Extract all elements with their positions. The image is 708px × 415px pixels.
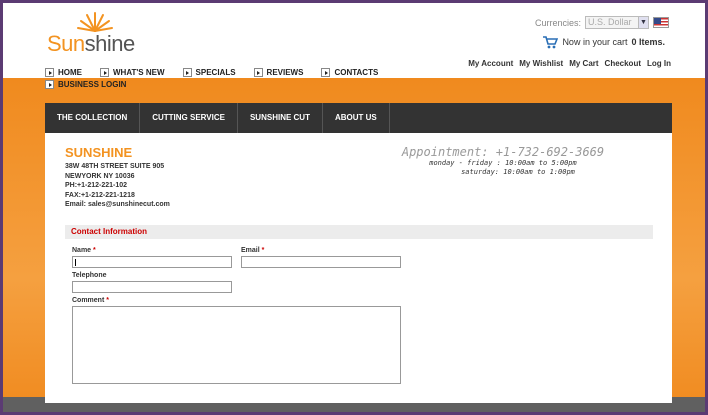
name-label: Name * [72,247,96,254]
link-my-wishlist[interactable]: My Wishlist [519,59,563,68]
main-menu: THE COLLECTION CUTTING SERVICE SUNSHINE … [45,103,672,133]
nav-contacts[interactable]: CONTACTS [321,67,378,78]
top-nav: HOME WHAT'S NEW SPECIALS REVIEWS CONTACT… [45,67,378,90]
currency-select[interactable]: U.S. Dollar ▼ [585,16,649,29]
shopping-cart-icon [543,36,559,49]
store-address-1: 38W 48TH STREET SUITE 905 [65,163,165,170]
text-caret [75,259,76,266]
store-email: Email: sales@sunshinecut.com [65,201,170,208]
comment-textarea[interactable] [72,306,401,384]
store-address-2: NEWYORK NY 10036 [65,172,135,180]
currency-selector: Currencies: U.S. Dollar ▼ [535,16,669,29]
menu-about-us[interactable]: ABOUT US [323,103,390,133]
logo-wordmark: Sunshine [47,31,135,56]
arrow-right-icon [45,80,54,89]
chevron-down-icon: ▼ [638,17,648,28]
store-info: SUNSHINE 38W 48TH STREET SUITE 905 NEWYO… [65,145,170,210]
main-content: THE COLLECTION CUTTING SERVICE SUNSHINE … [45,103,672,403]
nav-whats-new[interactable]: WHAT'S NEW [100,67,165,78]
store-phone: PH:+1-212-221-102 [65,182,128,189]
menu-sunshine-cut[interactable]: SUNSHINE CUT [238,103,323,133]
email-input[interactable] [241,256,401,268]
menu-the-collection[interactable]: THE COLLECTION [45,103,141,133]
link-my-cart[interactable]: My Cart [569,59,598,68]
appointment-hours-weekday: monday - friday : 10:00am to 5:00pm [429,159,577,167]
telephone-input[interactable] [72,281,232,293]
arrow-right-icon [321,68,331,77]
store-fax: FAX:+1-212-221-1218 [65,191,135,199]
nav-business-login[interactable]: BUSINESS LOGIN [45,79,126,90]
us-flag-icon[interactable] [653,17,669,28]
link-my-account[interactable]: My Account [468,59,513,68]
nav-home[interactable]: HOME [45,67,82,78]
appointment-info: Appointment: +1-732-692-3669 monday - fr… [387,145,619,177]
appointment-title: Appointment: +1-732-692-3669 [401,145,605,159]
link-checkout[interactable]: Checkout [605,59,641,68]
telephone-label: Telephone [72,272,107,279]
page-frame: Sunshine Currencies: U.S. Dollar ▼ Now i… [3,3,705,412]
nav-reviews[interactable]: REVIEWS [253,67,303,78]
currency-label: Currencies: [534,17,581,28]
cart-count: 0 Items. [631,37,665,47]
sun-rays-icon [77,12,113,32]
account-links: My Account My Wishlist My Cart Checkout … [468,59,671,68]
nav-specials[interactable]: SPECIALS [182,67,236,78]
link-log-in[interactable]: Log In [647,59,671,68]
name-input[interactable] [72,256,232,268]
arrow-right-icon [182,68,192,77]
appointment-hours-saturday: saturday: 10:00am to 1:00pm [461,168,575,176]
email-label: Email * [241,247,265,254]
cart-text: Now in your cart [562,37,628,47]
sunshine-logo[interactable]: Sunshine [47,11,147,56]
cart-summary[interactable]: Now in your cart 0 Items. [542,35,665,49]
arrow-right-icon [45,68,54,77]
arrow-right-icon [253,68,263,77]
store-name: SUNSHINE [65,145,133,160]
comment-label: Comment * [72,297,109,304]
arrow-right-icon [100,68,109,77]
menu-cutting-service[interactable]: CUTTING SERVICE [140,103,238,133]
contact-section-title: Contact Information [65,225,653,239]
